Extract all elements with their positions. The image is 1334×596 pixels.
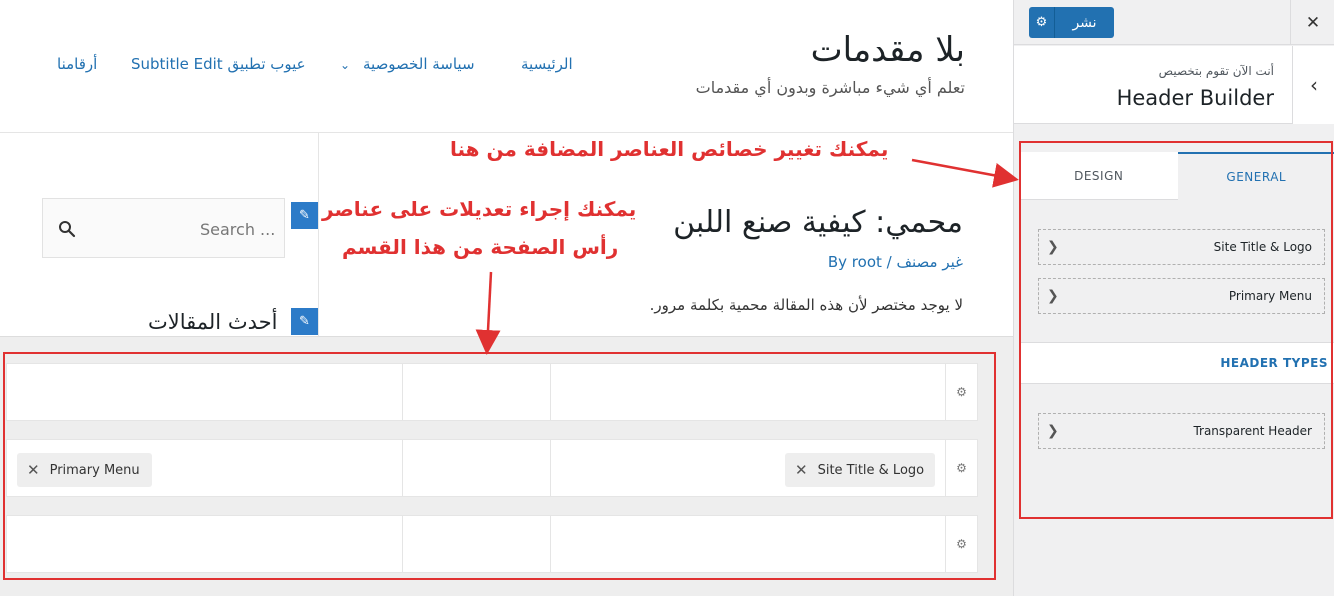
site-preview: بلا مقدمات تعلم أي شيء مباشرة وبدون أي م… <box>0 0 1013 596</box>
nav-item-privacy[interactable]: سياسة الخصوصية <box>363 55 475 73</box>
annotation-panel-highlight <box>1019 141 1333 519</box>
widget-title: أحدث المقالات <box>148 310 278 334</box>
section-title: Header Builder <box>1116 86 1274 110</box>
nav-item-numbers[interactable]: أرقامنا <box>57 55 97 73</box>
pencil-icon: ✎ <box>299 314 310 329</box>
annotation-builder-highlight <box>3 352 996 580</box>
publish-button[interactable]: ⚙ نشر <box>1029 7 1114 38</box>
customizer-panel: ✕ ⚙ نشر ‹ أنت الآن تقوم بتخصيص Header Bu… <box>1013 0 1334 596</box>
post-meta: غير مصنف / By root <box>828 253 963 271</box>
post-category-link[interactable]: غير مصنف <box>896 253 963 271</box>
section-header <box>1014 46 1334 124</box>
publish-label: نشر <box>1072 14 1097 31</box>
sidebar-divider <box>318 133 319 336</box>
annotation-builder-note-line1: يمكنك إجراء تعديلات على عناصر <box>322 197 637 221</box>
section-subtitle: أنت الآن تقوم بتخصيص <box>1158 64 1274 78</box>
nav-item-subtitle-edit[interactable]: عيوب تطبيق Subtitle Edit <box>131 55 306 73</box>
back-chevron-icon[interactable]: ‹ <box>1292 46 1334 124</box>
header-divider <box>0 132 1013 133</box>
annotation-panel-note: يمكنك تغيير خصائص العناصر المضافة من هنا <box>450 137 889 161</box>
site-title[interactable]: بلا مقدمات <box>811 30 965 70</box>
search-placeholder: Search ... <box>200 220 276 239</box>
edit-recent-posts-widget-button[interactable]: ✎ <box>291 308 318 335</box>
post-title[interactable]: محمي: كيفية صنع اللبن <box>673 205 963 240</box>
post-excerpt: لا يوجد مختصر لأن هذه المقالة محمية بكلم… <box>649 296 963 314</box>
nav-item-home[interactable]: الرئيسية <box>521 55 573 73</box>
chevron-down-icon[interactable]: ⌄ <box>340 58 350 72</box>
meta-separator: / <box>881 253 897 271</box>
edit-search-widget-button[interactable]: ✎ <box>291 202 318 229</box>
search-icon[interactable] <box>58 220 76 238</box>
site-tagline: تعلم أي شيء مباشرة وبدون أي مقدمات <box>695 78 965 97</box>
post-author-link[interactable]: By root <box>828 253 882 271</box>
pencil-icon: ✎ <box>299 208 310 223</box>
annotation-builder-note-line2: رأس الصفحة من هذا القسم <box>342 235 619 259</box>
close-icon[interactable]: ✕ <box>1290 0 1334 45</box>
gear-icon[interactable]: ⚙ <box>1029 7 1055 38</box>
